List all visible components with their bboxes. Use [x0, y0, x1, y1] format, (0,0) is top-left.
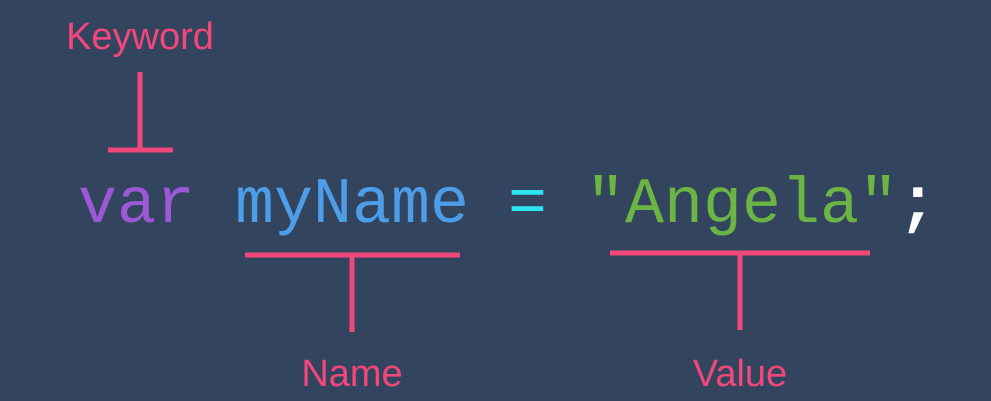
name-label: Name	[301, 353, 402, 395]
name-bracket	[245, 252, 460, 332]
code-line: var myName = "Angela" ;	[78, 168, 937, 242]
variable-declaration-diagram: Keyword var myName = "Angela" ; Name Val…	[66, 16, 937, 395]
code-terminator: ;	[898, 168, 937, 242]
keyword-bracket	[108, 72, 173, 153]
code-operator: =	[508, 168, 547, 242]
keyword-label: Keyword	[66, 16, 214, 58]
code-value: "Angela"	[586, 168, 898, 242]
code-name: myName	[235, 168, 469, 242]
value-bracket	[610, 250, 870, 330]
value-label: Value	[693, 353, 787, 395]
code-keyword: var	[78, 168, 195, 242]
